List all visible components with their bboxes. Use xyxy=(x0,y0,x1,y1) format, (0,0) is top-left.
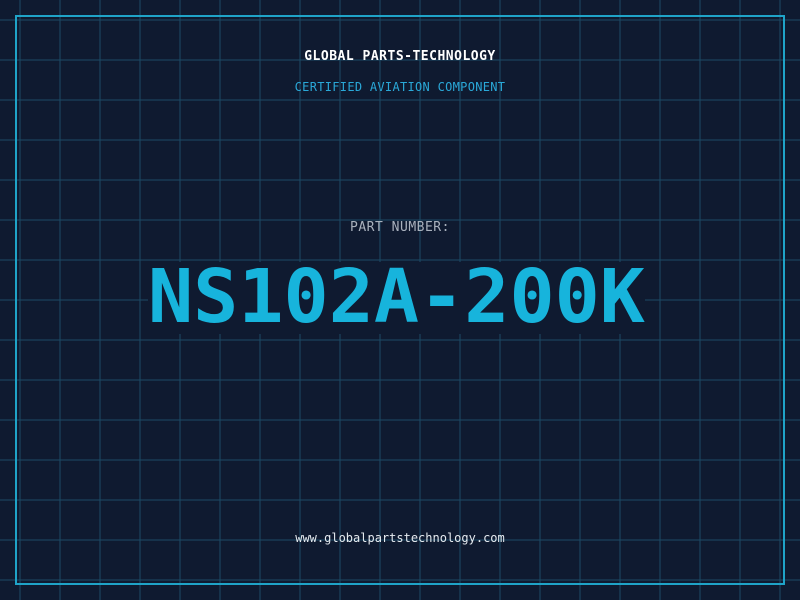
part-number-label: PART NUMBER: xyxy=(350,220,450,235)
part-number: NS102A-200K xyxy=(148,262,645,334)
part-number-text: NS102A-200K xyxy=(148,262,645,334)
website-url: www.globalpartstechnology.com xyxy=(295,531,505,545)
company-name: GLOBAL PARTS-TECHNOLOGY xyxy=(304,49,496,64)
certification-subtitle: CERTIFIED AVIATION COMPONENT xyxy=(294,80,506,94)
